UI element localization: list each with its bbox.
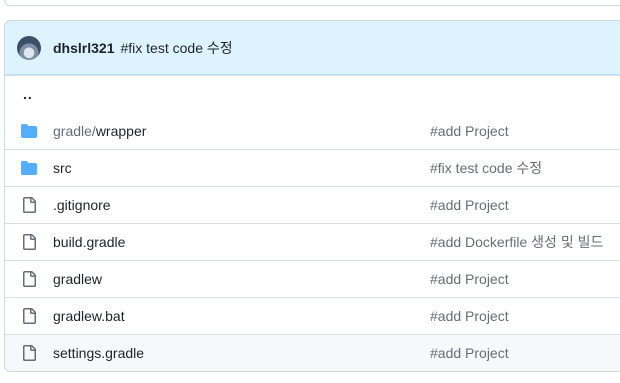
latest-commit-header: dhslrl321 #fix test code 수정 <box>5 21 620 75</box>
file-name-link[interactable]: gradlew <box>53 271 430 287</box>
previous-panel-edge <box>4 0 620 6</box>
folder-icon <box>5 160 53 176</box>
file-name-link[interactable]: build.gradle <box>53 234 430 250</box>
file-name[interactable]: build.gradle <box>53 234 125 250</box>
folder-icon <box>5 123 53 139</box>
commit-message-link[interactable]: #fix test code 수정 <box>120 38 232 58</box>
file-list: gradle/wrapper #add Project src #fix test c… <box>5 112 620 371</box>
file-row[interactable]: gradlew.bat #add Project <box>5 297 620 334</box>
last-commit-message-link[interactable]: #add Project <box>430 271 509 287</box>
file-name-link[interactable]: settings.gradle <box>53 345 430 361</box>
file-row[interactable]: gradlew #add Project <box>5 260 620 297</box>
file-name-link[interactable]: src <box>53 160 430 176</box>
parent-directory-link[interactable]: .. <box>5 86 33 102</box>
file-name-link[interactable]: .gitignore <box>53 197 430 213</box>
file-row[interactable]: gradle/wrapper #add Project <box>5 112 620 149</box>
last-commit-message-link[interactable]: #add Dockerfile 생성 및 빌드 <box>430 232 603 252</box>
file-name[interactable]: .gitignore <box>53 197 111 213</box>
file-path-prefix[interactable]: gradle/ <box>53 123 96 139</box>
last-commit-message-link[interactable]: #add Project <box>430 345 509 361</box>
commit-author-link[interactable]: dhslrl321 <box>53 40 114 56</box>
file-icon <box>5 197 53 213</box>
file-icon <box>5 271 53 287</box>
file-name-link[interactable]: gradlew.bat <box>53 308 430 324</box>
file-row[interactable]: src #fix test code 수정 <box>5 149 620 186</box>
last-commit-message-link[interactable]: #fix test code 수정 <box>430 158 542 178</box>
file-browser: dhslrl321 #fix test code 수정 .. gradle/wr… <box>4 20 620 372</box>
last-commit-message-link[interactable]: #add Project <box>430 308 509 324</box>
parent-directory-row[interactable]: .. <box>5 75 620 112</box>
file-icon <box>5 345 53 361</box>
file-icon <box>5 308 53 324</box>
last-commit-message-link[interactable]: #add Project <box>430 197 509 213</box>
avatar[interactable] <box>17 35 41 60</box>
file-name-link[interactable]: gradle/wrapper <box>53 123 430 139</box>
file-name[interactable]: src <box>53 160 72 176</box>
file-icon <box>5 234 53 250</box>
file-name[interactable]: gradlew <box>53 271 102 287</box>
file-name[interactable]: gradlew.bat <box>53 308 125 324</box>
last-commit-message-link[interactable]: #add Project <box>430 123 509 139</box>
file-name[interactable]: settings.gradle <box>53 345 144 361</box>
file-row[interactable]: build.gradle #add Dockerfile 생성 및 빌드 <box>5 223 620 260</box>
file-name[interactable]: wrapper <box>96 123 147 139</box>
file-row[interactable]: .gitignore #add Project <box>5 186 620 223</box>
file-row[interactable]: settings.gradle #add Project <box>5 334 620 371</box>
